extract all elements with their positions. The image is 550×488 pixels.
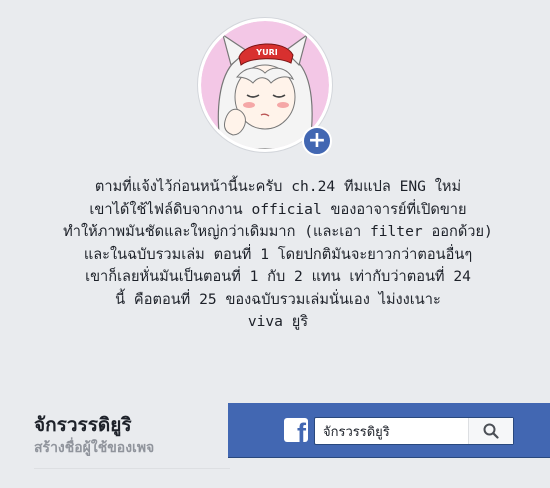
search-input[interactable] [315,418,473,444]
search-button[interactable] [468,418,513,444]
profile-avatar-container: YURI + [198,18,332,156]
search-icon [483,423,499,439]
search-box [314,417,514,445]
add-profile-picture-button[interactable]: + [302,126,332,156]
facebook-top-bar: f [228,403,550,458]
hat-text: YURI [255,48,277,57]
divider [34,468,230,469]
facebook-logo-icon[interactable]: f [284,418,308,442]
page-name[interactable]: จักรวรรดิยูริ [34,410,132,440]
plus-icon: + [307,128,327,153]
facebook-logo-letter: f [297,418,306,443]
post-text: ตามที่แจ้งไว้ก่อนหน้านี้นะครับ ch.24 ทีม… [63,178,493,330]
create-page-username-link[interactable]: สร้างชื่อผู้ใช้ของเพจ [34,437,154,459]
